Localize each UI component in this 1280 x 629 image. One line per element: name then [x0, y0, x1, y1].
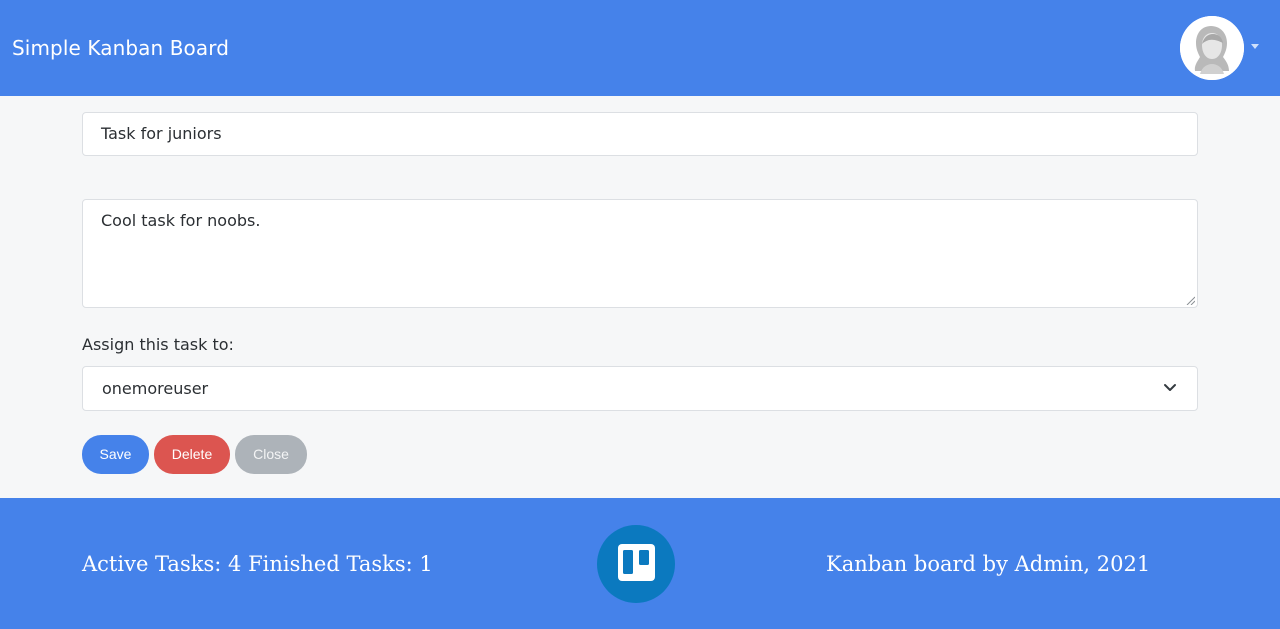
- delete-button[interactable]: Delete: [154, 435, 230, 474]
- user-avatar[interactable]: [1180, 16, 1244, 80]
- brand-title[interactable]: Simple Kanban Board: [12, 35, 229, 61]
- task-description-value: Cool task for noobs.: [101, 211, 261, 230]
- trello-logo-svg: [618, 544, 655, 581]
- active-tasks-label: Active Tasks:: [82, 552, 222, 576]
- finished-tasks-count: 1: [419, 552, 433, 576]
- task-title-value: Task for juniors: [101, 124, 222, 143]
- footer: Active Tasks: 4 Finished Tasks: 1 Kanban…: [0, 498, 1280, 629]
- chevron-down-icon: [1164, 384, 1176, 391]
- task-description-textarea[interactable]: Cool task for noobs.: [82, 199, 1198, 308]
- navbar: Simple Kanban Board: [0, 0, 1280, 96]
- task-title-input[interactable]: Task for juniors: [82, 112, 1198, 156]
- assign-label: Assign this task to:: [82, 335, 234, 354]
- task-stats: Active Tasks: 4 Finished Tasks: 1: [82, 550, 433, 578]
- trello-icon: [597, 525, 675, 603]
- active-tasks-count: 4: [228, 552, 242, 576]
- caret-down-icon[interactable]: [1251, 44, 1259, 49]
- finished-tasks-label: Finished Tasks:: [248, 552, 413, 576]
- assignee-selected-value: onemoreuser: [102, 379, 209, 398]
- footer-credit: Kanban board by Admin, 2021: [826, 552, 1151, 576]
- save-button[interactable]: Save: [82, 435, 149, 474]
- assignee-select[interactable]: onemoreuser: [82, 366, 1198, 411]
- close-button[interactable]: Close: [235, 435, 307, 474]
- resize-grip-icon[interactable]: [1186, 296, 1195, 305]
- user-avatar-icon: [1180, 16, 1244, 80]
